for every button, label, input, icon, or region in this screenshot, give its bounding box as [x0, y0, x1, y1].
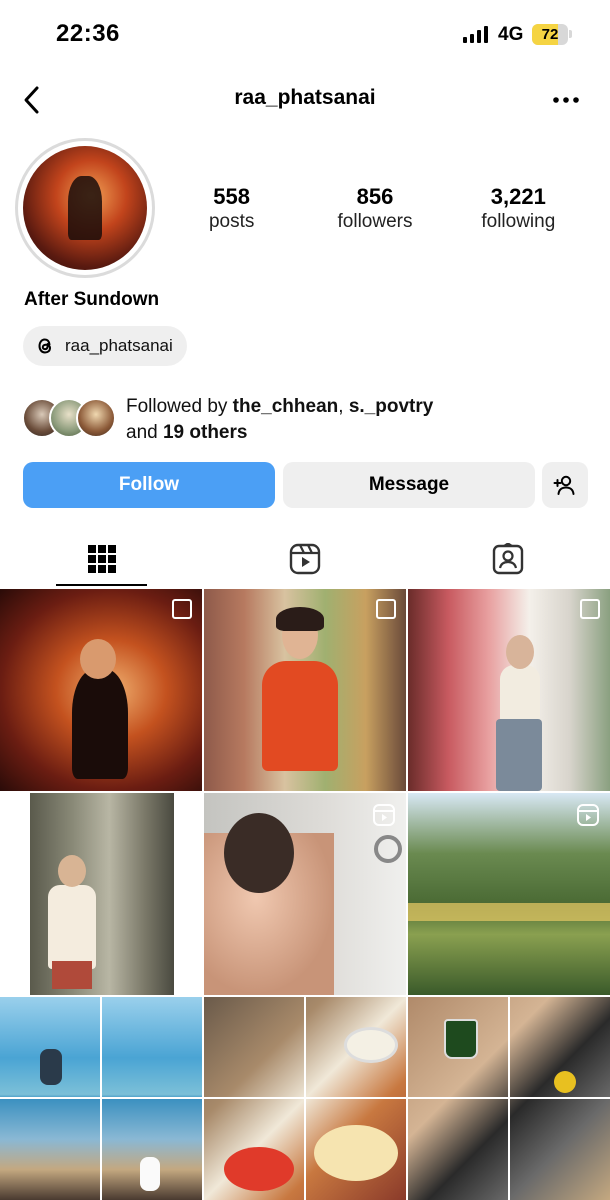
- post-thumbnail[interactable]: [408, 589, 610, 791]
- avatar-ring[interactable]: [15, 138, 155, 278]
- add-person-icon: [553, 475, 575, 495]
- post-thumbnail[interactable]: [408, 997, 610, 1200]
- tagged-icon: [492, 543, 523, 575]
- mutual-others: 19 others: [162, 422, 248, 443]
- status-bar: 22:36 4G 72: [0, 0, 610, 70]
- followed-prefix: Followed by: [126, 396, 233, 417]
- signal-icon: [463, 26, 488, 43]
- battery-icon: 72: [532, 24, 568, 45]
- threads-icon: [38, 338, 52, 354]
- post-thumbnail[interactable]: [0, 997, 202, 1200]
- reel-badge-icon: [577, 804, 599, 826]
- reels-icon: [289, 543, 320, 575]
- profile-avatar: [23, 146, 147, 270]
- stat-followers-label: followers: [337, 211, 413, 232]
- battery-level: 72: [541, 26, 559, 43]
- display-name: After Sundown: [24, 289, 160, 310]
- stat-followers-value: 856: [356, 184, 394, 209]
- profile-stats: 558 posts 856 followers 3,221 following: [160, 184, 590, 234]
- mutual-name-1: the_chhean: [232, 396, 339, 417]
- network-type: 4G: [498, 24, 524, 45]
- follow-button[interactable]: Follow: [23, 462, 275, 508]
- profile-tabs: [0, 530, 610, 588]
- stat-posts-label: posts: [208, 211, 255, 232]
- suggest-users-button[interactable]: [542, 462, 588, 508]
- post-thumbnail[interactable]: [408, 793, 610, 995]
- stat-posts[interactable]: 558 posts: [160, 184, 303, 234]
- post-thumbnail[interactable]: [0, 793, 202, 995]
- reel-badge-icon: [373, 804, 395, 826]
- post-thumbnail[interactable]: [204, 997, 406, 1200]
- more-horizontal-icon: [553, 97, 579, 103]
- threads-handle: raa_phatsanai: [65, 336, 173, 355]
- stat-following[interactable]: 3,221 following: [447, 184, 590, 234]
- carousel-icon: [172, 599, 192, 619]
- mutual-name-2: s._povtry: [348, 396, 434, 417]
- tab-grid[interactable]: [0, 530, 203, 588]
- followed-by-text: Followed by the_chhean, s._povtry and 19…: [126, 394, 433, 446]
- message-button[interactable]: Message: [283, 462, 535, 508]
- threads-link[interactable]: raa_phatsanai: [23, 326, 187, 366]
- top-nav: raa_phatsanai: [0, 78, 610, 122]
- post-grid: [0, 589, 610, 1200]
- carousel-icon: [580, 599, 600, 619]
- followed-line2-prefix: and: [126, 422, 163, 443]
- post-thumbnail[interactable]: [204, 793, 406, 995]
- stat-following-label: following: [481, 211, 556, 232]
- stat-followers[interactable]: 856 followers: [303, 184, 446, 234]
- page-title: raa_phatsanai: [234, 86, 376, 109]
- profile-actions: Follow Message: [23, 462, 588, 508]
- more-button[interactable]: [546, 80, 586, 120]
- post-thumbnail[interactable]: [0, 589, 202, 791]
- status-time: 22:36: [56, 20, 120, 47]
- post-thumbnail[interactable]: [204, 589, 406, 791]
- stat-following-value: 3,221: [490, 184, 546, 209]
- mutual-avatars: [22, 398, 116, 440]
- active-tab-indicator: [56, 584, 147, 586]
- battery-tip: [569, 30, 572, 38]
- mutual-avatar-3: [76, 398, 116, 438]
- followed-separator: ,: [338, 396, 349, 417]
- tab-reels[interactable]: [203, 530, 406, 588]
- followed-by[interactable]: Followed by the_chhean, s._povtry and 19…: [22, 394, 582, 444]
- grid-icon: [87, 545, 116, 573]
- tab-tagged[interactable]: [406, 530, 609, 588]
- carousel-icon: [376, 599, 396, 619]
- stat-posts-value: 558: [213, 184, 251, 209]
